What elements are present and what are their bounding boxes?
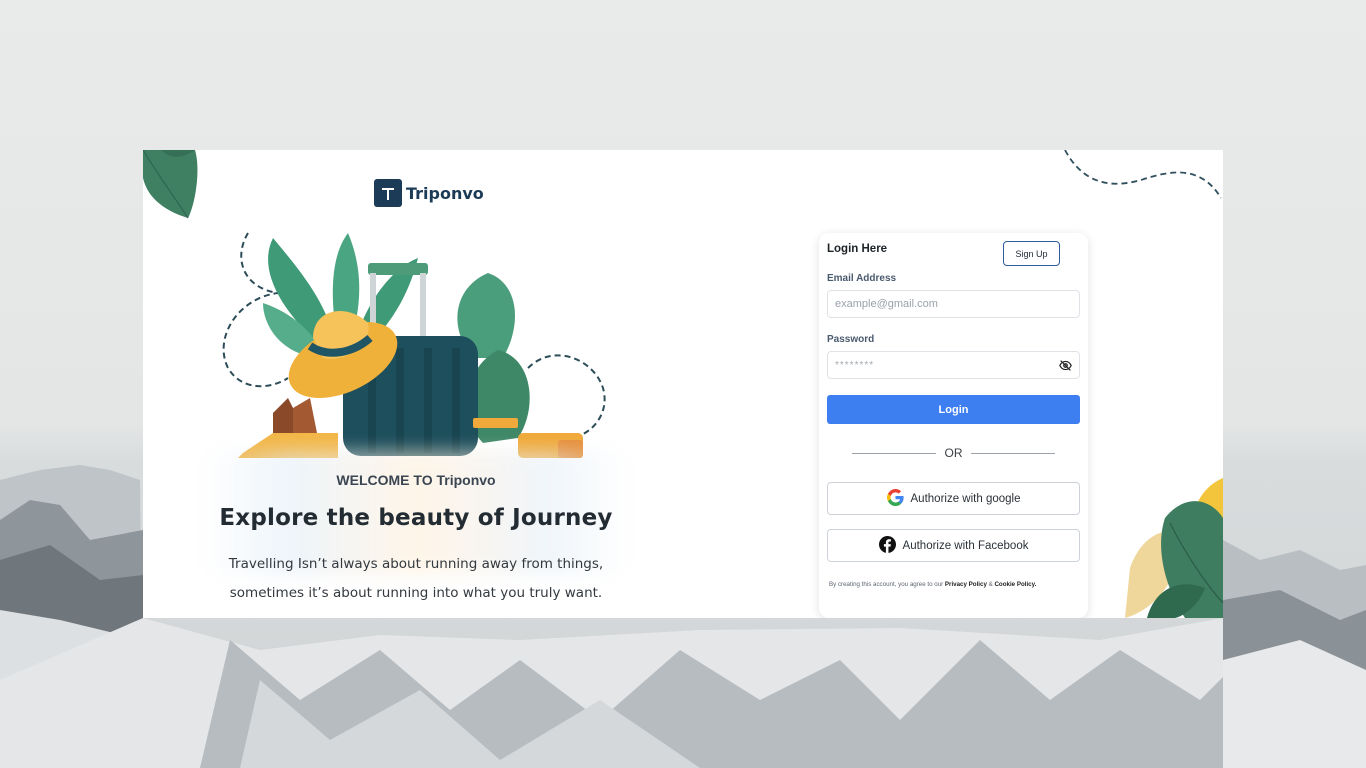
login-title: Login Here: [827, 243, 888, 255]
email-placeholder: example@gmail.com: [835, 298, 938, 310]
login-card: Triponvo WELCOME TO Triponvo Explore the…: [143, 150, 1223, 618]
tagline-line-2: sometimes it’s about running into what y…: [229, 585, 603, 601]
facebook-auth-label: Authorize with Facebook: [902, 539, 1029, 552]
login-panel: Login Here Sign Up Email Address example…: [819, 233, 1088, 618]
privacy-policy-link[interactable]: Privacy Policy: [945, 581, 987, 588]
tagline-line-1: Travelling Isn’t always about running aw…: [228, 556, 604, 572]
travel-illustration: [222, 232, 606, 458]
password-placeholder: ********: [835, 359, 875, 371]
divider-line-right: [971, 453, 1055, 454]
facebook-auth-button[interactable]: Authorize with Facebook: [827, 529, 1080, 562]
google-auth-button[interactable]: Authorize with google: [827, 482, 1080, 515]
leaf-decoration-top-left: [143, 150, 198, 219]
eye-off-icon[interactable]: [1059, 359, 1072, 375]
password-label: Password: [827, 334, 875, 345]
terms-text: By creating this account, you agree to o…: [829, 581, 1089, 588]
login-button[interactable]: Login: [827, 395, 1080, 424]
logo-icon: [374, 179, 402, 207]
leaf-decoration-bottom-right: [1125, 478, 1223, 618]
welcome-heading: WELCOME TO Triponvo: [336, 472, 496, 488]
email-field[interactable]: example@gmail.com: [827, 290, 1080, 318]
password-field[interactable]: ********: [827, 351, 1080, 379]
or-divider: OR: [852, 446, 1055, 460]
dashed-path-decoration: [1064, 150, 1222, 199]
brand-name: Triponvo: [406, 183, 484, 203]
hero-tagline: Travelling Isn’t always about running aw…: [143, 550, 689, 608]
brand-logo[interactable]: Triponvo: [374, 179, 484, 207]
email-label: Email Address: [827, 273, 897, 284]
cookie-policy-link[interactable]: Cookie Policy.: [994, 581, 1036, 588]
terms-prefix: By creating this account, you agree to o…: [829, 581, 945, 588]
google-auth-label: Authorize with google: [910, 492, 1021, 505]
hero-headline: Explore the beauty of Journey: [219, 505, 613, 531]
google-icon: [886, 488, 904, 509]
sign-up-button[interactable]: Sign Up: [1003, 241, 1060, 266]
facebook-icon: [878, 535, 896, 556]
